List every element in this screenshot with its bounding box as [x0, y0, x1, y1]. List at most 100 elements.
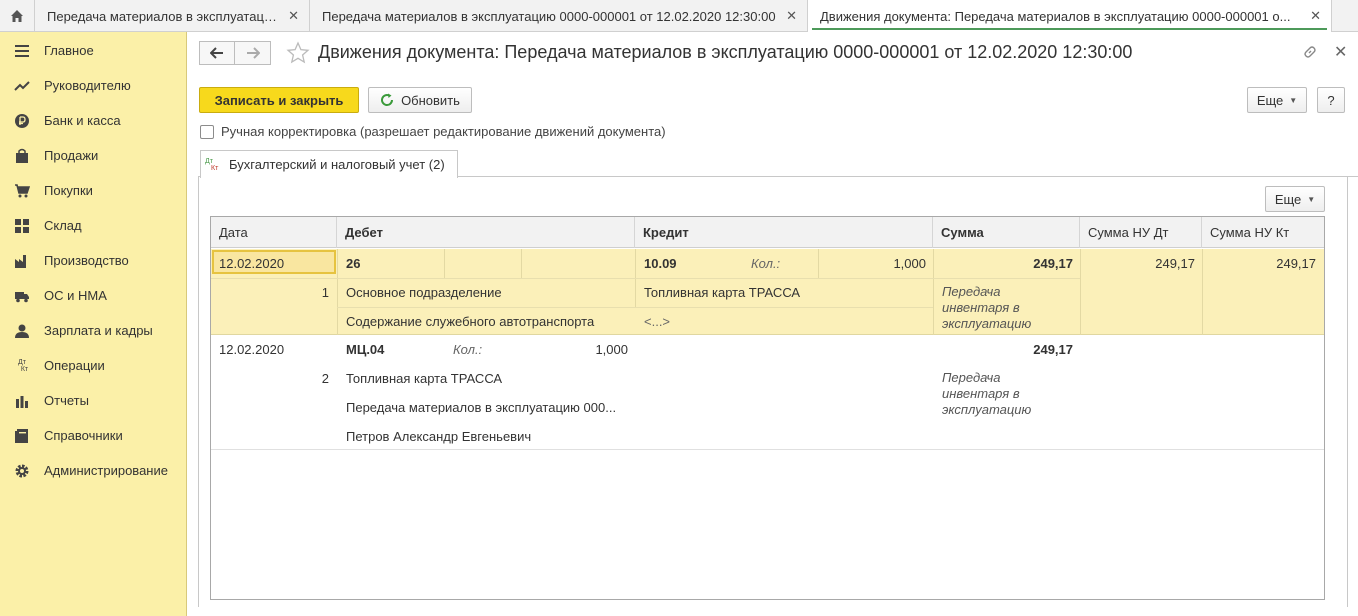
chevron-down-icon: ▼	[1307, 194, 1316, 204]
sidebar-item-label: ОС и НМА	[44, 288, 107, 303]
trend-icon	[14, 78, 30, 94]
quantity-label: Кол.:	[751, 256, 781, 271]
dt-kt-icon: Дт Кт	[18, 358, 29, 373]
sidebar-item-reports[interactable]: Отчеты	[0, 383, 186, 418]
back-button[interactable]	[199, 41, 235, 65]
more-button[interactable]: Еще ▼	[1247, 87, 1307, 113]
divider	[211, 278, 1080, 279]
window-tab-label: Движения документа: Передача материалов …	[820, 8, 1291, 24]
nav-buttons	[199, 41, 271, 65]
row-number: 2	[321, 371, 329, 386]
help-button[interactable]: ?	[1317, 87, 1345, 113]
sidebar-item-sales[interactable]: Продажи	[0, 138, 186, 173]
dt-kt-icon: Дт Кт	[205, 157, 219, 172]
sidebar-item-operations[interactable]: Дт Кт Операции	[0, 348, 186, 383]
sidebar-item-purchases[interactable]: Покупки	[0, 173, 186, 208]
button-label: Обновить	[401, 92, 460, 108]
column-header-date[interactable]: Дата	[211, 217, 337, 248]
sidebar-item-label: Главное	[44, 43, 94, 58]
person-icon	[14, 323, 30, 339]
debit-subconto-1: Топливная карта ТРАССА	[346, 371, 503, 386]
sidebar-item-label: Отчеты	[44, 393, 89, 408]
sidebar-item-bank[interactable]: Банк и касса	[0, 103, 186, 138]
column-header-credit[interactable]: Кредит	[635, 217, 933, 248]
main-panel: Движения документа: Передача материалов …	[188, 32, 1358, 616]
sidebar-item-label: Администрирование	[44, 463, 168, 478]
debit-account: МЦ.04	[346, 342, 385, 357]
table-more-button[interactable]: Еще ▼	[1265, 186, 1325, 212]
menu-icon	[14, 43, 30, 59]
save-and-close-button[interactable]: Записать и закрыть	[199, 87, 359, 113]
refresh-button[interactable]: Обновить	[368, 87, 472, 113]
truck-icon	[14, 288, 30, 304]
sidebar-item-references[interactable]: Справочники	[0, 418, 186, 453]
sidebar-item-production[interactable]: Производство	[0, 243, 186, 278]
home-button[interactable]	[0, 0, 35, 32]
table-header: Дата Дебет Кредит Сумма Сумма НУ Дт Сумм…	[211, 217, 1324, 248]
sidebar-item-label: Покупки	[44, 183, 93, 198]
forward-button[interactable]	[235, 41, 271, 65]
column-header-sum[interactable]: Сумма	[933, 217, 1080, 248]
sidebar-item-fixed-assets[interactable]: ОС и НМА	[0, 278, 186, 313]
close-icon[interactable]: ✕	[1334, 42, 1347, 62]
button-label: Записать и закрыть	[214, 92, 344, 108]
credit-subconto-1: Топливная карта ТРАССА	[644, 285, 801, 300]
divider	[933, 249, 934, 335]
cart-icon	[14, 183, 30, 199]
star-icon[interactable]	[286, 41, 310, 65]
manual-correction-label[interactable]: Ручная корректировка (разрешает редактир…	[221, 124, 666, 139]
credit-account: 10.09	[644, 256, 677, 271]
arrow-right-icon	[246, 47, 260, 59]
sidebar-item-director[interactable]: Руководителю	[0, 68, 186, 103]
book-icon	[14, 428, 30, 444]
divider	[337, 307, 933, 308]
column-header-sum-nu-kt[interactable]: Сумма НУ Кт	[1202, 217, 1324, 248]
close-icon[interactable]: ✕	[786, 8, 797, 24]
close-icon[interactable]: ✕	[288, 8, 299, 24]
sidebar-item-admin[interactable]: Администрирование	[0, 453, 186, 488]
sum-nu-dt: 249,17	[1155, 256, 1195, 271]
window-tab-3[interactable]: Движения документа: Передача материалов …	[808, 0, 1332, 32]
window-tab-1[interactable]: Передача материалов в эксплуатацию ✕	[35, 0, 310, 32]
tab-label: Бухгалтерский и налоговый учет (2)	[229, 157, 445, 172]
manual-correction-row: Ручная корректировка (разрешает редактир…	[200, 124, 666, 139]
button-label: Еще	[1256, 92, 1284, 108]
sum-nu-kt: 249,17	[1276, 256, 1316, 271]
link-icon[interactable]	[1302, 44, 1318, 60]
factory-icon	[14, 253, 30, 269]
table-row[interactable]: 12.02.2020 2 МЦ.04 Кол.: 1,000 Топливная…	[211, 335, 1324, 450]
quantity-value: 1,000	[595, 342, 628, 357]
debit-subconto-2: Передача материалов в эксплуатацию 000..…	[346, 400, 617, 415]
debit-account: 26	[346, 256, 361, 271]
row-date: 12.02.2020	[219, 256, 285, 271]
row-number: 1	[321, 285, 329, 300]
tab-accounting[interactable]: Дт Кт Бухгалтерский и налоговый учет (2)	[200, 150, 458, 178]
table-row[interactable]: 12.02.2020 1 26 Основное подразделение С…	[211, 249, 1324, 335]
manual-correction-checkbox[interactable]	[200, 124, 214, 139]
window-tab-2[interactable]: Передача материалов в эксплуатацию 0000-…	[310, 0, 808, 32]
bar-chart-icon	[14, 393, 30, 409]
sidebar-item-warehouse[interactable]: Склад	[0, 208, 186, 243]
sidebar-item-label: Производство	[44, 253, 129, 268]
debit-subconto-2: Содержание служебного автотранспорта	[346, 314, 595, 329]
gear-icon	[14, 463, 30, 479]
close-icon[interactable]: ✕	[1310, 8, 1321, 24]
warehouse-icon	[14, 218, 30, 234]
sidebar-item-label: Справочники	[44, 428, 123, 443]
tab-strip: Дт Кт Бухгалтерский и налоговый учет (2)	[198, 150, 1358, 178]
posting-comment: Передача инвентаря в эксплуатацию	[942, 284, 1032, 331]
divider	[818, 249, 819, 278]
sidebar-item-main[interactable]: Главное	[0, 33, 186, 68]
column-header-sum-nu-dt[interactable]: Сумма НУ Дт	[1080, 217, 1202, 248]
page-title: Движения документа: Передача материалов …	[318, 42, 1133, 62]
sidebar-item-label: Склад	[44, 218, 82, 233]
home-icon	[11, 10, 23, 22]
button-label: ?	[1327, 92, 1335, 108]
divider	[337, 249, 338, 335]
column-header-debit[interactable]: Дебет	[337, 217, 635, 248]
sidebar: Главное Руководителю Банк и касса Продаж…	[0, 32, 187, 616]
sidebar-item-label: Операции	[44, 358, 105, 373]
sidebar-item-salary[interactable]: Зарплата и кадры	[0, 313, 186, 348]
postings-table: Дата Дебет Кредит Сумма Сумма НУ Дт Сумм…	[210, 216, 1325, 600]
divider	[1080, 249, 1081, 335]
